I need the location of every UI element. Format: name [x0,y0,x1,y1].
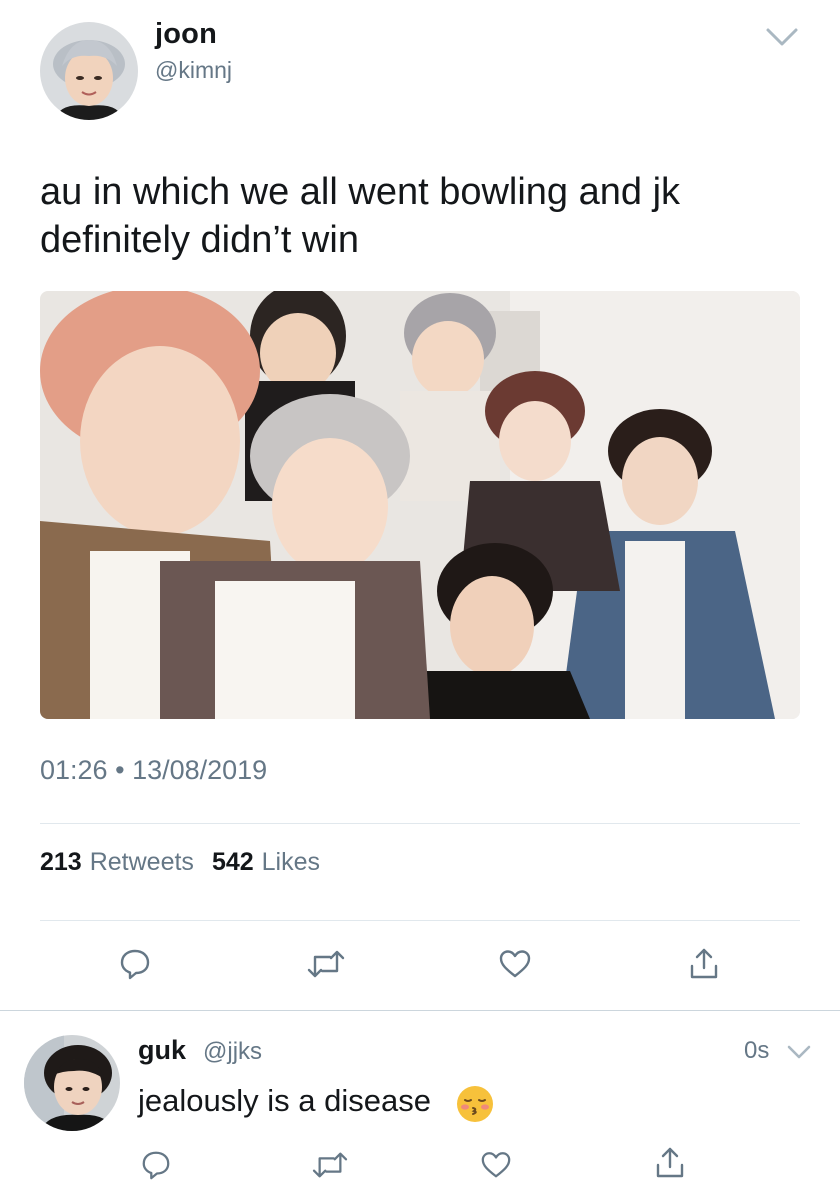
tweet-timestamp: 01:26 • 13/08/2019 [40,755,267,786]
reply-display-name[interactable]: guk [138,1035,186,1066]
reply-author-avatar[interactable] [24,1035,120,1131]
like-button[interactable] [493,942,537,986]
chevron-down-icon[interactable] [764,24,800,50]
share-icon [653,1145,687,1181]
tweet-time: 01:26 [40,755,108,785]
share-button[interactable] [682,942,726,986]
reply-like-button[interactable] [474,1143,518,1187]
tweet-stats: 213 Retweets 542 Likes [40,848,320,877]
author-handle[interactable]: @kimnj [155,57,232,84]
tweet-photo[interactable] [40,291,800,719]
retweets-stat[interactable]: 213 Retweets [40,848,194,877]
tweet-date: 13/08/2019 [132,755,268,785]
retweet-icon [311,1149,349,1181]
retweet-button[interactable] [304,942,348,986]
reply-reply-button[interactable] [134,1143,178,1187]
like-icon [498,947,532,981]
share-icon [687,946,721,982]
likes-count: 542 [211,848,254,876]
kissing-face-icon [456,1085,494,1123]
divider [40,823,800,824]
reply-time: 0s [744,1037,770,1064]
timestamp-separator: • [115,755,125,785]
tweet-text: au in which we all went bowling and jk d… [40,171,681,261]
reply-text: jealously is a disease [138,1083,431,1118]
retweet-icon [306,947,346,981]
author-display-name[interactable]: joon [155,18,217,51]
reply-handle[interactable]: @jjks [203,1038,262,1066]
reply-button[interactable] [113,942,157,986]
like-icon [480,1149,512,1181]
chevron-down-icon[interactable] [786,1043,812,1061]
reply-tweet[interactable]: guk @jjks 0s jealously is a disease [0,1011,840,1200]
main-tweet: joon @kimnj au in which we all went bowl… [0,0,840,1010]
reply-share-button[interactable] [648,1141,692,1185]
author-avatar[interactable] [40,22,138,120]
likes-label: Likes [261,848,321,876]
likes-stat[interactable]: 542 Likes [212,848,320,877]
reply-retweet-button[interactable] [308,1143,352,1187]
reply-icon [140,1149,172,1181]
reply-icon [118,947,152,981]
divider [40,920,800,921]
retweets-count: 213 [40,848,82,876]
retweets-label: Retweets [89,848,194,876]
